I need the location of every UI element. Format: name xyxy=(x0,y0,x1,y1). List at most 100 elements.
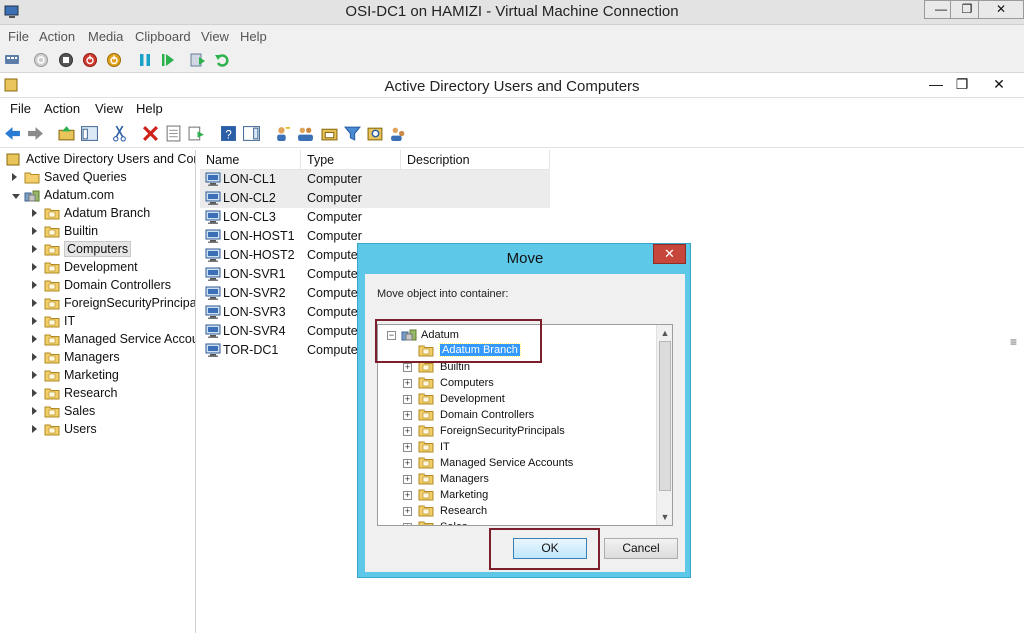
expand-icon[interactable]: + xyxy=(403,475,412,484)
expand-arrow-icon[interactable] xyxy=(32,317,37,325)
expand-arrow-icon[interactable] xyxy=(32,371,37,379)
collapse-arrow-icon[interactable] xyxy=(12,194,20,199)
container-tree-item[interactable]: + Managers xyxy=(378,471,656,487)
tree-root[interactable]: Active Directory Users and Com xyxy=(0,151,195,169)
expand-arrow-icon[interactable] xyxy=(12,173,17,181)
expand-icon[interactable]: + xyxy=(403,427,412,436)
expand-icon[interactable]: + xyxy=(403,411,412,420)
expand-arrow-icon[interactable] xyxy=(32,281,37,289)
filter-icon[interactable] xyxy=(344,125,361,142)
scroll-up-arrow[interactable]: ▲ xyxy=(657,325,672,341)
container-tree-item[interactable]: + ForeignSecurityPrincipals xyxy=(378,423,656,439)
vm-menu-help[interactable]: Help xyxy=(240,29,267,44)
vm-menu-action[interactable]: Action xyxy=(39,29,75,44)
find-icon[interactable] xyxy=(367,125,384,142)
new-ou-icon[interactable] xyxy=(321,125,338,142)
tree-item[interactable]: ForeignSecurityPrincipal: xyxy=(0,295,195,313)
expand-arrow-icon[interactable] xyxy=(32,353,37,361)
new-group-icon[interactable] xyxy=(297,125,314,142)
list-row[interactable]: LON-CL3 Computer xyxy=(200,208,550,227)
vm-close-button[interactable]: ✕ xyxy=(978,0,1024,19)
aduc-menu-file[interactable]: File xyxy=(10,101,31,116)
properties-icon[interactable] xyxy=(165,125,182,142)
tree-item[interactable]: Users xyxy=(0,421,195,439)
container-tree-scrollbar[interactable]: ▲ ▼ xyxy=(656,325,672,525)
tree-item[interactable]: Domain Controllers xyxy=(0,277,195,295)
column-header-name[interactable]: Name xyxy=(200,150,301,170)
tree-item[interactable]: Adatum Branch xyxy=(0,205,195,223)
tree-item[interactable]: Builtin xyxy=(0,223,195,241)
save-state-icon[interactable] xyxy=(106,52,122,68)
vm-menu-file[interactable]: File xyxy=(8,29,29,44)
export-list-icon[interactable] xyxy=(188,125,205,142)
pause-icon[interactable] xyxy=(137,52,153,68)
tree-item[interactable]: Sales xyxy=(0,403,195,421)
tree-item[interactable]: Adatum.com xyxy=(0,187,195,205)
container-tree-item[interactable]: + Managed Service Accounts xyxy=(378,455,656,471)
vm-menu-view[interactable]: View xyxy=(201,29,229,44)
aduc-restore-button[interactable]: ❐ xyxy=(947,74,977,96)
start-icon[interactable] xyxy=(33,52,49,68)
tree-item[interactable]: Marketing xyxy=(0,367,195,385)
container-tree-item[interactable]: + Marketing xyxy=(378,487,656,503)
cut-icon[interactable] xyxy=(111,125,128,142)
tree-item[interactable]: IT xyxy=(0,313,195,331)
delete-icon[interactable] xyxy=(142,125,159,142)
expand-icon[interactable]: + xyxy=(403,379,412,388)
move-dialog-close-button[interactable]: ✕ xyxy=(653,244,686,264)
container-tree-item[interactable]: + Sales xyxy=(378,519,656,525)
expand-icon[interactable]: + xyxy=(403,363,412,372)
aduc-menu-action[interactable]: Action xyxy=(44,101,80,116)
expand-icon[interactable]: + xyxy=(403,459,412,468)
expand-arrow-icon[interactable] xyxy=(32,245,37,253)
show-console-tree-icon[interactable] xyxy=(81,125,98,142)
ctrl-alt-del-icon[interactable] xyxy=(4,52,20,68)
tree-item[interactable]: Research xyxy=(0,385,195,403)
tree-item[interactable]: Development xyxy=(0,259,195,277)
container-tree-item[interactable]: + Domain Controllers xyxy=(378,407,656,423)
revert-icon[interactable] xyxy=(214,52,230,68)
pane-splitter-grip[interactable]: ≡ xyxy=(1010,335,1020,349)
turn-off-icon[interactable] xyxy=(58,52,74,68)
container-tree-item[interactable]: + Computers xyxy=(378,375,656,391)
expand-arrow-icon[interactable] xyxy=(32,209,37,217)
list-row[interactable]: LON-CL2 Computer xyxy=(200,189,550,208)
tree-item[interactable]: Computers xyxy=(0,241,195,259)
vm-menu-media[interactable]: Media xyxy=(88,29,123,44)
expand-arrow-icon[interactable] xyxy=(32,335,37,343)
tree-item[interactable]: Managers xyxy=(0,349,195,367)
action-pane-icon[interactable] xyxy=(243,125,260,142)
container-tree-item[interactable]: + Development xyxy=(378,391,656,407)
expand-arrow-icon[interactable] xyxy=(32,389,37,397)
column-header-description[interactable]: Description xyxy=(401,150,550,170)
expand-arrow-icon[interactable] xyxy=(32,407,37,415)
expand-icon[interactable]: + xyxy=(403,443,412,452)
expand-arrow-icon[interactable] xyxy=(32,227,37,235)
expand-icon[interactable]: + xyxy=(403,395,412,404)
resume-icon[interactable] xyxy=(160,52,176,68)
cancel-button[interactable]: Cancel xyxy=(604,538,678,559)
new-user-icon[interactable] xyxy=(274,125,291,142)
vm-menu-clipboard[interactable]: Clipboard xyxy=(135,29,191,44)
checkpoint-icon[interactable] xyxy=(190,52,206,68)
container-tree-item[interactable]: + Research xyxy=(378,503,656,519)
list-row[interactable]: LON-CL1 Computer xyxy=(200,170,550,189)
expand-arrow-icon[interactable] xyxy=(32,299,37,307)
tree-item[interactable]: Saved Queries xyxy=(0,169,195,187)
aduc-menu-help[interactable]: Help xyxy=(136,101,163,116)
scrollbar-thumb[interactable] xyxy=(659,341,671,491)
expand-icon[interactable]: + xyxy=(403,507,412,516)
tree-item[interactable]: Managed Service Accour xyxy=(0,331,195,349)
add-to-group-icon[interactable] xyxy=(390,125,407,142)
column-header-type[interactable]: Type xyxy=(301,150,401,170)
up-level-icon[interactable] xyxy=(58,125,75,142)
expand-icon[interactable]: + xyxy=(403,523,412,525)
scroll-down-arrow[interactable]: ▼ xyxy=(657,509,672,525)
container-tree-item[interactable]: + IT xyxy=(378,439,656,455)
forward-arrow-icon[interactable] xyxy=(27,125,44,142)
help-icon[interactable]: ? xyxy=(220,125,237,142)
expand-arrow-icon[interactable] xyxy=(32,425,37,433)
expand-icon[interactable]: + xyxy=(403,491,412,500)
back-arrow-icon[interactable] xyxy=(4,125,21,142)
expand-arrow-icon[interactable] xyxy=(32,263,37,271)
